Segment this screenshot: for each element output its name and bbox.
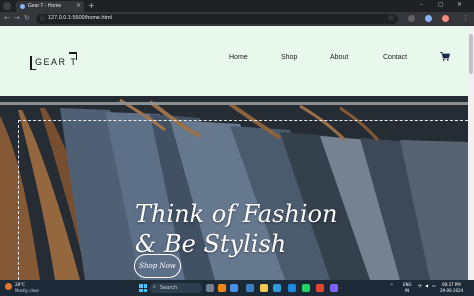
language-bottom[interactable]: IN xyxy=(405,288,409,293)
nav-shop[interactable]: Shop xyxy=(281,54,297,61)
search-label: Search xyxy=(160,284,178,291)
cart-icon[interactable] xyxy=(440,52,450,61)
new-tab-button[interactable]: + xyxy=(88,1,95,10)
hero-headline-line1: Think of Fashion xyxy=(135,200,338,228)
profile-icon[interactable] xyxy=(442,15,449,22)
hero-banner: Think of Fashion & Be Stylish Shop Now xyxy=(0,96,468,280)
clothing-rail xyxy=(0,102,468,105)
chrome-icon[interactable] xyxy=(316,284,324,292)
window-close-icon[interactable]: ✕ xyxy=(457,1,462,8)
battery-icon[interactable]: ▭ xyxy=(432,283,436,288)
browser-tab[interactable]: Gear T - Home × xyxy=(16,1,84,12)
logo-text: GEAR T xyxy=(35,57,78,67)
tab-title: Gear T - Home xyxy=(28,3,62,9)
tray-chevron-icon[interactable]: ^ xyxy=(390,283,393,288)
volume-icon[interactable]: ◀ xyxy=(425,283,428,288)
scrollbar-thumb[interactable] xyxy=(469,34,473,74)
extensions-icon[interactable] xyxy=(408,15,415,22)
start-icon[interactable] xyxy=(139,284,147,292)
clock-time[interactable]: 08:37 PM xyxy=(442,282,461,287)
address-bar[interactable]: ⓘ 127.0.0.1:5500/home.html ☆ xyxy=(36,14,398,24)
edge-icon[interactable] xyxy=(273,284,281,292)
menu-icon[interactable]: ⋮ xyxy=(462,14,469,22)
app-icon[interactable] xyxy=(246,284,254,292)
forward-icon[interactable]: → xyxy=(14,14,20,22)
shop-now-button[interactable]: Shop Now xyxy=(134,254,181,278)
app-icon[interactable] xyxy=(330,284,338,292)
browser-tab-bar: Gear T - Home × + – ▢ ✕ xyxy=(0,0,474,12)
tab-search-icon[interactable] xyxy=(3,2,11,10)
whatsapp-icon[interactable] xyxy=(302,284,310,292)
nav-home[interactable]: Home xyxy=(229,54,248,61)
task-view-icon[interactable] xyxy=(206,284,214,292)
info-icon[interactable]: ⓘ xyxy=(40,15,45,22)
minimize-icon[interactable]: – xyxy=(420,1,423,8)
url-text[interactable]: 127.0.0.1:5500/home.html xyxy=(48,15,112,21)
search-icon: ⌕ xyxy=(153,284,156,290)
wifi-icon[interactable]: ◔ xyxy=(418,283,422,288)
app-icon[interactable] xyxy=(218,284,226,292)
reload-icon[interactable]: ↻ xyxy=(24,14,30,22)
weather-temp[interactable]: 28°C xyxy=(15,282,25,287)
vscode-icon[interactable] xyxy=(288,284,296,292)
app-icon[interactable] xyxy=(230,284,238,292)
taskbar: 28°C Mostly clear ⌕ Search ^ ENG IN ◔ ◀ … xyxy=(0,280,474,296)
language-top[interactable]: ENG xyxy=(403,282,412,287)
taskbar-search[interactable]: ⌕ Search xyxy=(150,283,202,293)
site-logo[interactable]: GEAR T xyxy=(30,52,78,70)
web-page: GEAR T Home Shop About Contact Think of … xyxy=(0,26,468,280)
tab-favicon-icon xyxy=(20,4,25,9)
maximize-icon[interactable]: ▢ xyxy=(438,1,444,8)
file-explorer-icon[interactable] xyxy=(260,284,268,292)
nav-about[interactable]: About xyxy=(330,54,348,61)
logo-bracket xyxy=(30,68,36,70)
back-icon[interactable]: ← xyxy=(4,14,10,22)
browser-toolbar: ← → ↻ ⓘ 127.0.0.1:5500/home.html ☆ ⋮ xyxy=(0,12,474,26)
nav-contact[interactable]: Contact xyxy=(383,54,407,61)
clock-date[interactable]: 29-06-2024 xyxy=(440,288,463,293)
weather-desc[interactable]: Mostly clear xyxy=(15,288,39,293)
downloads-icon[interactable] xyxy=(425,15,432,22)
tab-close-icon[interactable]: × xyxy=(76,2,81,9)
star-icon[interactable]: ☆ xyxy=(388,14,394,22)
weather-icon[interactable] xyxy=(5,283,12,290)
page-scrollbar[interactable] xyxy=(468,26,474,280)
